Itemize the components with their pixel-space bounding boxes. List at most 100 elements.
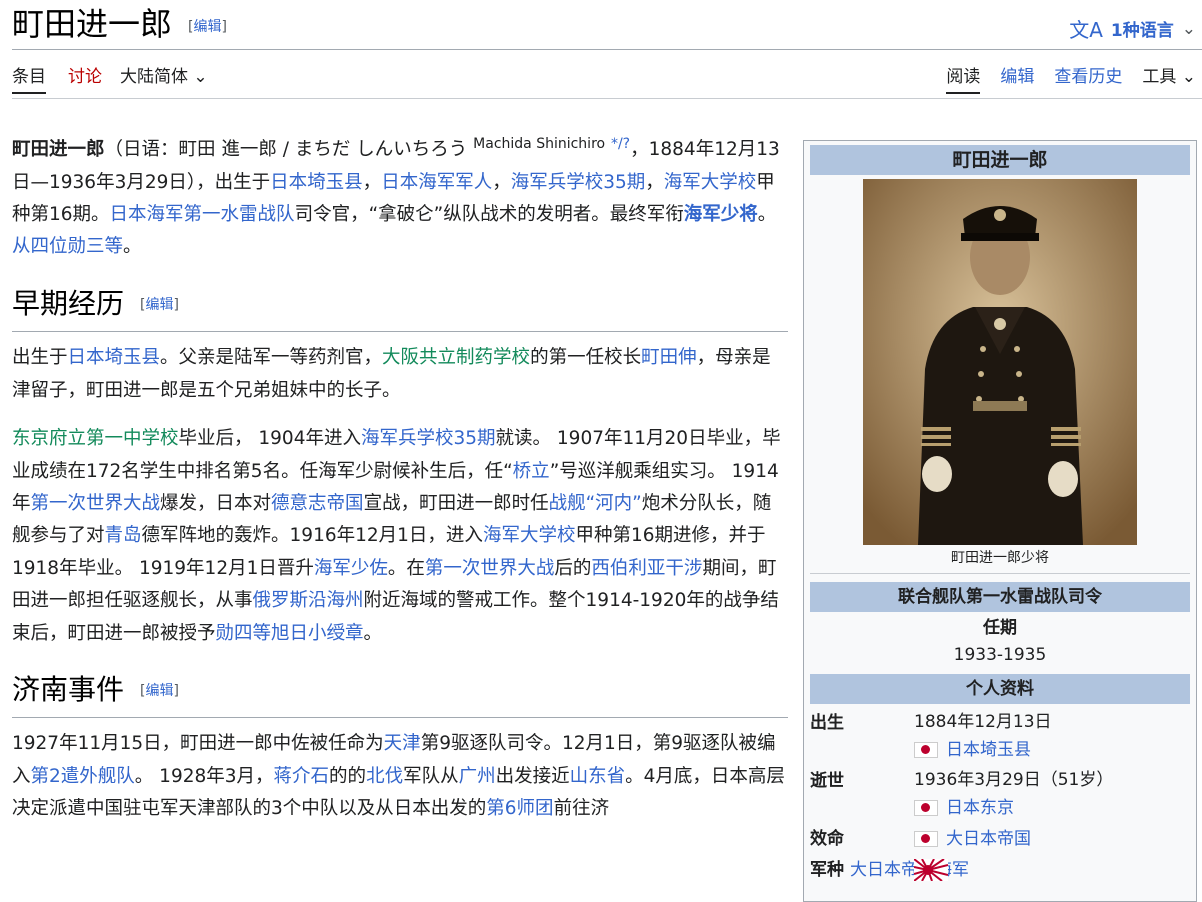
chevron-down-icon: ⌄: [1181, 67, 1196, 87]
office-header: 联合舰队第一水雷战队司令: [810, 582, 1190, 612]
allegiance-value: 大日本帝国: [914, 824, 1190, 854]
link-allegiance[interactable]: 大日本帝国: [946, 829, 1031, 849]
intro-text: ，: [362, 171, 382, 193]
allegiance-row: 效命 大日本帝国: [810, 824, 1190, 854]
section-edit-link[interactable]: [编辑]: [140, 297, 179, 313]
link-tokyo-first-middle[interactable]: 东京府立第一中学校: [12, 428, 179, 449]
born-row: 出生 1884年12月13日 日本埼玉县: [810, 708, 1190, 764]
link-lieutenant-commander[interactable]: 海军少佐: [314, 558, 388, 579]
japan-flag-icon: [914, 800, 938, 816]
link-born-place[interactable]: 日本埼玉县: [946, 740, 1031, 760]
tab-article[interactable]: 条目: [12, 62, 46, 94]
tab-talk[interactable]: 讨论: [68, 62, 112, 94]
variant-dropdown[interactable]: 大陆简体 ⌄: [120, 62, 218, 94]
tab-history[interactable]: 查看历史: [1054, 62, 1122, 94]
section-heading-early: 早期经历 [编辑]: [12, 284, 788, 333]
link-tianjin[interactable]: 天津: [384, 733, 421, 754]
link-qingdao[interactable]: 青岛: [105, 525, 142, 546]
tab-edit[interactable]: 编辑: [1000, 62, 1034, 94]
early-paragraph-2: 东京府立第一中学校毕业后， 1904年进入海军兵学校35期就读。 1907年11…: [12, 423, 788, 650]
link-saitama[interactable]: 日本埼玉县: [270, 172, 363, 193]
infobox-title: 町田进一郎: [810, 145, 1190, 175]
section-edit-link[interactable]: [编辑]: [140, 683, 179, 699]
text: 军队从: [403, 765, 459, 787]
infobox: 町田进一郎 町田进一郎少将 联合舰队第一水雷战队司令 任期 1933-1935 …: [803, 140, 1197, 902]
intro-text: 。: [757, 203, 777, 225]
language-label: 1种语言: [1110, 21, 1174, 41]
died-row: 逝世 1936年3月29日（51岁） 日本东京: [810, 766, 1190, 822]
link-navy-person[interactable]: 日本海军军人: [381, 172, 492, 193]
section-edit-label[interactable]: 编辑: [145, 683, 173, 699]
personal-header: 个人资料: [810, 674, 1190, 704]
intro-text: 司令官，“拿破仑”纵队战术的发明者。最终军衔: [294, 203, 684, 225]
link-6th-division[interactable]: 第6师团: [486, 798, 553, 819]
link-wwi[interactable]: 第一次世界大战: [425, 558, 555, 579]
text: 的第一任校长: [530, 347, 642, 369]
link-northern-expedition[interactable]: 北伐: [366, 766, 403, 787]
language-button[interactable]: 文A 1种语言 ⌄: [1069, 14, 1196, 43]
article-body: 町田进一郎（日语：町田 進一郎 / まちだ しんいちろう Machida Shi…: [12, 128, 788, 842]
link-saitama[interactable]: 日本埼玉县: [68, 347, 161, 368]
text: 毕业后， 1904年进入: [178, 428, 361, 450]
link-wwi[interactable]: 第一次世界大战: [31, 493, 161, 514]
navy-ensign-icon: [914, 859, 948, 881]
link-guangzhou[interactable]: 广州: [459, 766, 496, 787]
born-place: 日本埼玉县: [914, 736, 1190, 764]
link-shandong[interactable]: 山东省: [570, 766, 626, 787]
japan-flag-icon: [914, 742, 938, 758]
section-title: 济南事件: [12, 672, 125, 706]
died-date: 1936年3月29日（51岁）: [914, 770, 1114, 790]
link-primorsky[interactable]: 俄罗斯沿海州: [253, 590, 364, 611]
link-osaka-pharma-school[interactable]: 大阪共立制药学校: [382, 347, 530, 368]
variant-label: 大陆简体: [120, 67, 188, 87]
link-chiang-kai-shek[interactable]: 蒋介石: [274, 766, 330, 787]
view-tabs: 阅读 编辑 查看历史 工具 ⌄: [946, 62, 1202, 94]
tabs-divider: [12, 98, 1202, 99]
link-died-place[interactable]: 日本东京: [946, 798, 1014, 818]
link-german-empire[interactable]: 德意志帝国: [271, 493, 364, 514]
born-value: 1884年12月13日 日本埼玉县: [914, 708, 1190, 764]
text: 后的: [554, 557, 592, 579]
died-value: 1936年3月29日（51岁） 日本东京: [914, 766, 1190, 822]
title-edit-label[interactable]: 编辑: [193, 19, 221, 35]
portrait-image[interactable]: [863, 179, 1137, 545]
link-first-destroyer-squadron[interactable]: 日本海军第一水雷战队: [110, 204, 295, 225]
text: 出生于: [12, 347, 68, 369]
link-machida-shin[interactable]: 町田伸: [641, 347, 697, 368]
text: 1927年11月15日，町田进一郎中佐被任命为: [12, 733, 384, 755]
link-siberian-intervention[interactable]: 西伯利亚干涉: [591, 558, 702, 579]
link-naval-war-college[interactable]: 海军大学校: [483, 525, 576, 546]
text: 爆发，日本对: [160, 492, 272, 514]
term-value: 1933-1935: [953, 645, 1047, 665]
link-order-rising-sun[interactable]: 勋四等旭日小绶章: [216, 623, 364, 644]
born-date: 1884年12月13日: [914, 712, 1052, 732]
title-edit-link[interactable]: [编辑]: [188, 19, 227, 35]
link-2nd-expeditionary-fleet[interactable]: 第2遣外舰队: [31, 766, 135, 787]
branch-value: 大日本帝国海军: [810, 854, 1190, 886]
jinan-paragraph-1: 1927年11月15日，町田进一郎中佐被任命为天津第9驱逐队司令。12月1日，第…: [12, 728, 788, 825]
link-hashidate[interactable]: 桥立: [513, 461, 550, 482]
link-naval-war-college[interactable]: 海军大学校: [664, 172, 757, 193]
link-branch[interactable]: 大日本帝国海军: [850, 860, 969, 880]
born-label: 出生: [810, 713, 844, 733]
link-rank-order[interactable]: 从四位勋三等: [12, 236, 123, 257]
tools-dropdown[interactable]: 工具 ⌄: [1142, 62, 1196, 94]
chevron-down-icon: ⌄: [193, 67, 208, 87]
text: 。在: [387, 557, 425, 579]
term-label: 任期: [983, 618, 1017, 638]
link-naval-academy[interactable]: 海军兵学校35期: [511, 172, 646, 193]
intro-paragraph: 町田进一郎（日语：町田 進一郎 / まちだ しんいちろう Machida Shi…: [12, 128, 788, 264]
link-rear-admiral[interactable]: 海军少将: [684, 204, 758, 225]
romaji: Machida Shinichiro: [473, 136, 606, 152]
link-naval-academy[interactable]: 海军兵学校35期: [361, 428, 496, 449]
intro-text: ，: [492, 171, 511, 193]
died-place: 日本东京: [914, 794, 1190, 822]
text: 。: [363, 622, 383, 644]
chevron-down-icon: ⌄: [1181, 18, 1196, 39]
link-battleship-kawachi[interactable]: 战舰“河内”: [549, 493, 642, 514]
died-label: 逝世: [810, 771, 844, 791]
title-divider: [12, 49, 1202, 50]
section-edit-label[interactable]: 编辑: [145, 297, 173, 313]
tab-read[interactable]: 阅读: [946, 62, 981, 94]
pronunciation-link[interactable]: */?: [611, 136, 630, 152]
